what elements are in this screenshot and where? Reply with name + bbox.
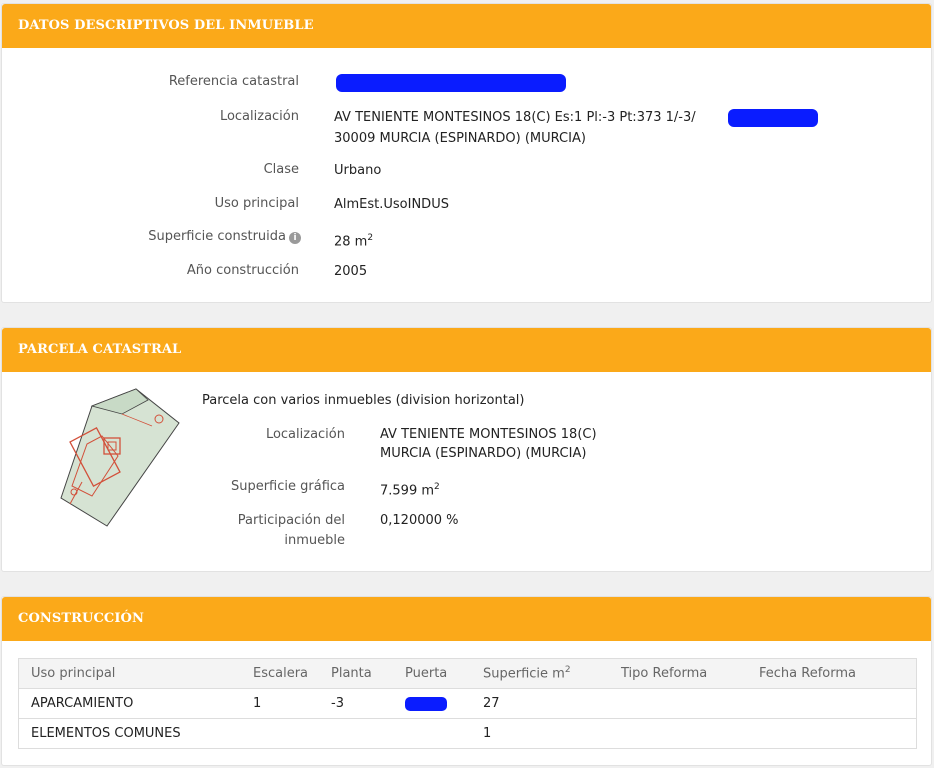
col-fecha-reforma: Fecha Reforma [747, 658, 917, 689]
cell-puerta [393, 719, 471, 749]
col-uso-principal: Uso principal [18, 658, 241, 689]
redacted-referencia [336, 74, 566, 92]
col-tipo-reforma: Tipo Reforma [609, 658, 747, 689]
construccion-panel: CONSTRUCCIÓN Uso principal Escalera Plan… [1, 596, 932, 766]
superficie-unit-sup: 2 [367, 233, 374, 243]
superficie-value: 28 m [334, 234, 368, 250]
cell-fecha-reforma [747, 719, 917, 749]
cell-fecha-reforma [747, 688, 917, 719]
col-planta: Planta [319, 658, 393, 689]
cell-superficie: 1 [483, 726, 492, 741]
table-row: ELEMENTOS COMUNES 1 [19, 719, 917, 749]
superficie-label: Superficie construida [148, 229, 286, 244]
cell-uso: APARCAMIENTO [18, 688, 241, 719]
parcela-localizacion-line2: MURCIA (ESPINARDO) (MURCIA) [380, 446, 587, 461]
superficie-grafica-label: Superficie gráfica [230, 479, 345, 494]
redacted-localizacion [728, 109, 818, 127]
clase-label: Clase [263, 162, 299, 177]
uso-principal-label: Uso principal [214, 196, 299, 211]
localizacion-line2: 30009 MURCIA (ESPINARDO) (MURCIA) [334, 131, 586, 146]
parcela-localizacion-line1: AV TENIENTE MONTESINOS 18(C) [380, 427, 597, 442]
superficie-grafica-value: 7.599 m [380, 483, 435, 499]
localizacion-label: Localización [219, 109, 299, 124]
cell-planta: -3 [319, 688, 393, 719]
info-icon[interactable]: i [289, 232, 301, 244]
localizacion-line1: AV TENIENTE MONTESINOS 18(C) Es:1 Pl:-3 … [334, 110, 696, 125]
cell-escalera: 1 [241, 688, 319, 719]
superficie-grafica-unit-sup: 2 [434, 482, 440, 492]
cell-puerta [393, 688, 471, 719]
participacion-label-2: inmueble [284, 533, 345, 548]
construccion-header: CONSTRUCCIÓN [2, 597, 931, 641]
parcela-catastral-panel: PARCELA CATASTRAL Parcela con varios inm… [1, 327, 932, 572]
cell-tipo-reforma [609, 688, 747, 719]
col-superficie-label: Superficie m [483, 666, 565, 682]
clase-value: Urbano [334, 163, 382, 178]
superficie-grafica-value-wrap: 7.599 m2 [380, 478, 440, 500]
redacted-puerta [405, 696, 447, 711]
construccion-table-header: Uso principal Escalera Planta Puerta Sup… [18, 658, 917, 689]
parcela-catastral-header: PARCELA CATASTRAL [2, 328, 931, 372]
participacion-label-1: Participación del [237, 513, 345, 528]
parcela-localizacion-label: Localización [265, 427, 345, 442]
col-puerta: Puerta [393, 658, 471, 689]
cell-planta [319, 719, 393, 749]
col-escalera: Escalera [241, 658, 319, 689]
construccion-table: Uso principal Escalera Planta Puerta Sup… [18, 658, 917, 749]
anio-label: Año construcción [186, 263, 299, 278]
anio-value: 2005 [334, 264, 368, 279]
col-superficie-sup: 2 [564, 665, 571, 676]
parcela-descripcion: Parcela con varios inmuebles (division h… [202, 393, 525, 408]
uso-principal-value: AlmEst.UsoINDUS [334, 197, 449, 212]
superficie-value-wrap: 28 m2 [334, 229, 373, 251]
cell-tipo-reforma [609, 719, 747, 749]
cell-uso: ELEMENTOS COMUNES [31, 726, 181, 741]
datos-descriptivos-panel: DATOS DESCRIPTIVOS DEL INMUEBLE Referenc… [1, 3, 932, 303]
col-superficie: Superficie m2 [471, 658, 609, 689]
cell-escalera [241, 719, 319, 749]
referencia-label: Referencia catastral [168, 74, 299, 89]
parcela-map-image[interactable] [52, 386, 187, 531]
participacion-value: 0,120000 % [380, 513, 459, 528]
cell-superficie: 27 [471, 688, 609, 719]
superficie-label-wrap: Superficie construida i [148, 229, 301, 244]
table-row: APARCAMIENTO 1 -3 27 [18, 688, 917, 719]
datos-descriptivos-header: DATOS DESCRIPTIVOS DEL INMUEBLE [2, 4, 931, 48]
